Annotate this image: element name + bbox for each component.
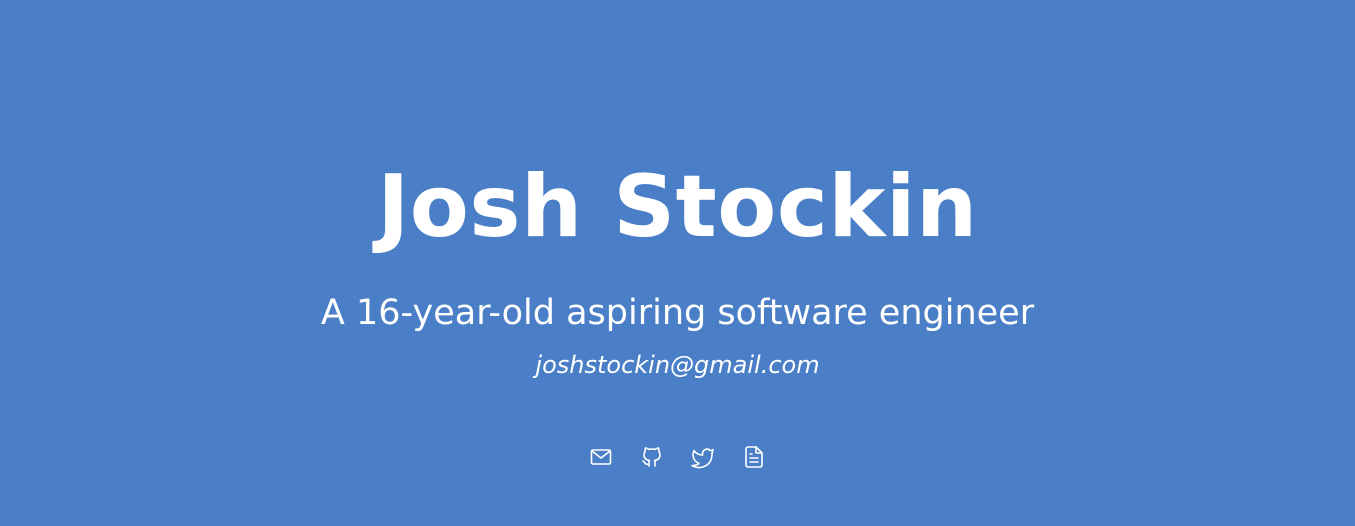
document-icon (745, 446, 763, 468)
email-link[interactable]: joshstockin@gmail.com (535, 351, 819, 379)
github-icon (642, 447, 661, 467)
hero-section: Josh Stockin A 16-year-old aspiring soft… (0, 0, 1355, 526)
social-links (0, 443, 1355, 471)
resume-link[interactable] (741, 443, 767, 471)
twitter-link[interactable] (690, 443, 716, 471)
tagline: A 16-year-old aspiring software engineer (320, 293, 1035, 333)
github-link[interactable] (639, 443, 665, 471)
mail-link[interactable] (588, 443, 614, 471)
mail-icon (590, 449, 612, 465)
twitter-icon (691, 448, 714, 469)
email-text: joshstockin@gmail.com (0, 349, 1355, 381)
page-title: Josh Stockin (377, 157, 978, 257)
